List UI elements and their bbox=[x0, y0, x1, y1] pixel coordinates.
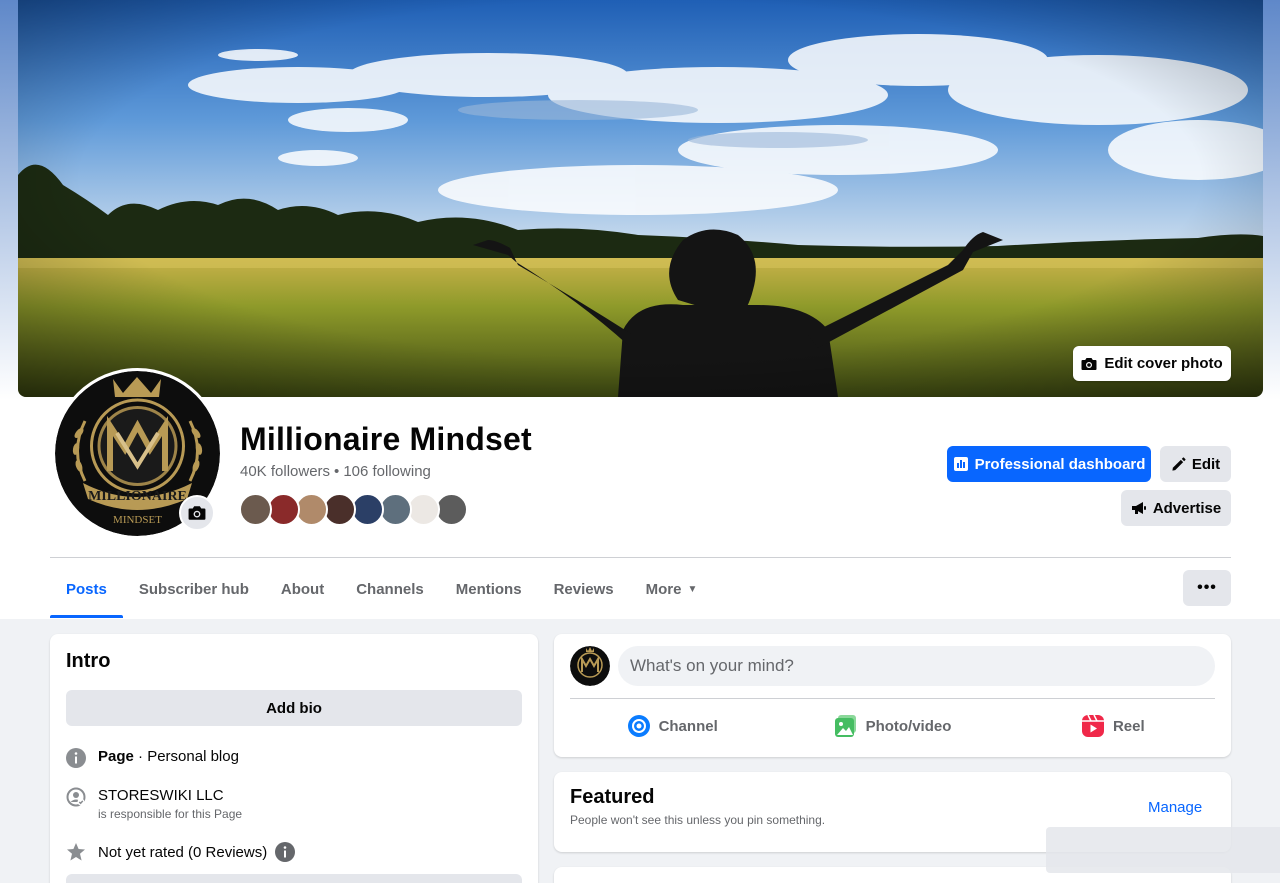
channel-label: Channel bbox=[658, 717, 718, 735]
advertise-label: Advertise bbox=[1152, 499, 1222, 517]
tab-more[interactable]: More ▼ bbox=[630, 560, 714, 618]
page-title: Millionaire Mindset bbox=[240, 421, 532, 457]
overlay-toast bbox=[1046, 827, 1280, 873]
intro-page-category: Page · Personal blog bbox=[66, 748, 239, 768]
megaphone-icon bbox=[1131, 502, 1146, 514]
post-composer: What's on your mind? Channel Photo/video… bbox=[554, 634, 1231, 757]
tab-label: Mentions bbox=[455, 580, 522, 598]
reel-label: Reel bbox=[1112, 717, 1145, 735]
reel-icon bbox=[1081, 714, 1104, 737]
pencil-icon bbox=[1172, 456, 1186, 471]
intro-title: Intro bbox=[66, 650, 111, 672]
channel-button[interactable]: Channel bbox=[562, 706, 782, 746]
whats-on-your-mind-input[interactable]: What's on your mind? bbox=[618, 646, 1215, 686]
tab-channels[interactable]: Channels bbox=[340, 560, 440, 618]
advertise-button[interactable]: Advertise bbox=[1121, 490, 1231, 526]
composer-avatar[interactable] bbox=[570, 646, 610, 686]
follower-avatars bbox=[239, 493, 468, 526]
photo-video-label: Photo/video bbox=[865, 717, 952, 735]
stats-separator: • bbox=[334, 463, 340, 480]
edit-page-button[interactable]: Edit bbox=[1160, 446, 1231, 482]
composer-divider bbox=[570, 698, 1215, 699]
featured-title: Featured bbox=[570, 786, 655, 808]
intro-card: Intro Add bio Page · Personal blog STORE… bbox=[50, 634, 538, 883]
dashboard-icon bbox=[953, 457, 968, 471]
add-bio-button[interactable]: Add bio bbox=[66, 690, 522, 726]
more-options-button[interactable]: ••• bbox=[1183, 570, 1231, 606]
tab-label: Channels bbox=[356, 580, 424, 598]
intro-owner: STORESWIKI LLC is responsible for this P… bbox=[66, 787, 242, 821]
camera-icon bbox=[1081, 357, 1097, 370]
intro-secondary-button[interactable] bbox=[66, 874, 522, 883]
reel-button[interactable]: Reel bbox=[1003, 706, 1223, 746]
tab-reviews[interactable]: Reviews bbox=[538, 560, 630, 618]
tab-about[interactable]: About bbox=[265, 560, 340, 618]
follow-stats: 40K followers • 106 following bbox=[240, 463, 431, 480]
professional-dashboard-label: Professional dashboard bbox=[974, 455, 1146, 473]
camera-icon bbox=[188, 506, 206, 520]
tab-subscriber-hub[interactable]: Subscriber hub bbox=[123, 560, 265, 618]
info-icon bbox=[66, 748, 86, 768]
photo-video-button[interactable]: Photo/video bbox=[782, 706, 1002, 746]
composer-actions: Channel Photo/video Reel bbox=[562, 706, 1223, 746]
tab-label: Reviews bbox=[553, 580, 614, 598]
header-divider bbox=[50, 557, 1231, 558]
tab-label: About bbox=[280, 580, 325, 598]
star-icon bbox=[66, 842, 86, 862]
cover-photo[interactable] bbox=[18, 0, 1263, 397]
edit-cover-photo-button[interactable]: Edit cover photo bbox=[1073, 346, 1231, 381]
tab-label: Subscriber hub bbox=[138, 580, 249, 598]
rating-text: Not yet rated (0 Reviews) bbox=[98, 843, 268, 861]
logo-brand-text: MILLIONAIRE bbox=[88, 489, 187, 504]
user-check-icon bbox=[66, 787, 86, 807]
profile-tabs: Posts Subscriber hub About Channels Ment… bbox=[50, 560, 713, 618]
owner-name[interactable]: STORESWIKI LLC bbox=[98, 787, 242, 804]
page-label: Page bbox=[98, 748, 134, 765]
tab-mentions[interactable]: Mentions bbox=[440, 560, 538, 618]
category-separator: · bbox=[133, 748, 148, 765]
professional-dashboard-button[interactable]: Professional dashboard bbox=[947, 446, 1151, 482]
following-count[interactable]: 106 following bbox=[343, 463, 431, 480]
manage-featured-link[interactable]: Manage bbox=[1148, 799, 1202, 816]
follower-avatar[interactable] bbox=[239, 493, 272, 526]
info-icon[interactable] bbox=[275, 842, 296, 862]
tab-label: Posts bbox=[66, 580, 107, 598]
tab-label: More bbox=[645, 580, 682, 598]
page-category: Personal blog bbox=[147, 748, 239, 765]
channel-icon bbox=[627, 715, 650, 737]
caret-down-icon: ▼ bbox=[687, 583, 698, 595]
owner-note: is responsible for this Page bbox=[98, 807, 243, 821]
featured-subtitle: People won't see this unless you pin som… bbox=[570, 813, 826, 827]
intro-rating: Not yet rated (0 Reviews) bbox=[66, 842, 296, 862]
update-profile-picture-button[interactable] bbox=[179, 495, 215, 531]
logo-tagline-text: MINDSET bbox=[113, 514, 162, 526]
photo-video-icon bbox=[834, 715, 856, 737]
followers-count[interactable]: 40K followers bbox=[240, 463, 330, 480]
edit-cover-photo-label: Edit cover photo bbox=[1104, 355, 1223, 372]
tab-posts[interactable]: Posts bbox=[50, 560, 123, 618]
edit-label: Edit bbox=[1191, 455, 1221, 473]
